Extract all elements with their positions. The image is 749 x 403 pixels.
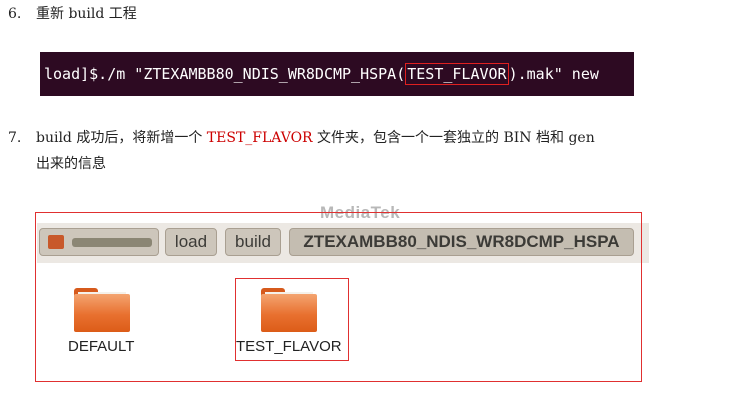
step-6-text: 重新 build 工程 bbox=[36, 6, 137, 22]
folder-test-flavor-label[interactable]: TEST_FLAVOR bbox=[236, 338, 342, 355]
step-7: 7. build 成功后，将新增一个 TEST_FLAVOR 文件夹，包含一个一套… bbox=[8, 126, 595, 150]
terminal-command: load]$./m "ZTEXAMBB80_NDIS_WR8DCMP_HSPA(… bbox=[40, 52, 634, 96]
folder-body bbox=[74, 294, 130, 332]
folder-body bbox=[261, 294, 317, 332]
command-prefix: load]$./m "ZTEXAMBB80_NDIS_WR8DCMP_HSPA( bbox=[44, 65, 406, 83]
step-6: 6. 重新 build 工程 bbox=[8, 2, 137, 26]
step-6-number: 6. bbox=[8, 6, 22, 22]
step-7-line-2: 出来的信息 bbox=[36, 156, 106, 172]
command-highlight: TEST_FLAVOR bbox=[405, 63, 509, 85]
step-7-text-a: build 成功后，将新增一个 bbox=[36, 130, 207, 146]
folder-default-label[interactable]: DEFAULT bbox=[68, 338, 134, 355]
step-7-text-b: 文件夹，包含一个一套独立的 BIN 档和 gen bbox=[312, 130, 595, 146]
step-7-number: 7. bbox=[8, 130, 22, 146]
folder-default-icon[interactable] bbox=[74, 288, 130, 332]
step-7-highlight: TEST_FLAVOR bbox=[206, 130, 313, 146]
command-suffix: ).mak" new bbox=[508, 65, 599, 83]
folder-test-flavor-icon[interactable] bbox=[261, 288, 317, 332]
